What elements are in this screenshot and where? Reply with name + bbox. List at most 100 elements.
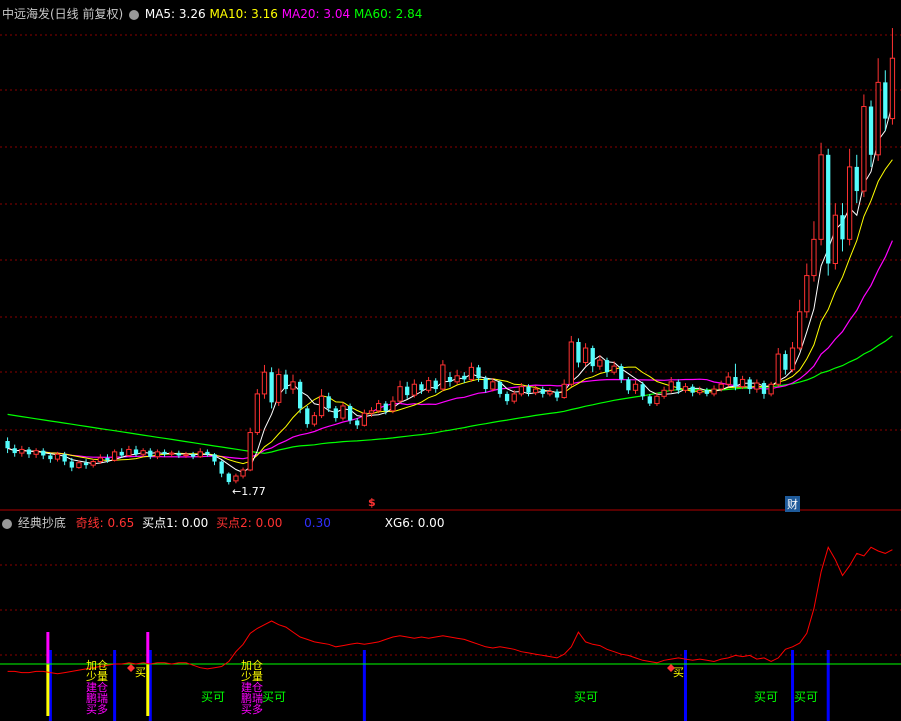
xg6-value: XG6: 0.00 [384,516,445,530]
v030-value: 0.30 [304,516,331,530]
candle-body-69 [497,381,503,394]
candle-body-74 [532,388,539,394]
candle-body-81 [582,347,589,364]
candle-body-41 [298,381,303,409]
candle-body-18 [133,449,139,455]
s-marker[interactable]: $ [368,496,376,509]
candlesticks [5,28,896,485]
candle-body-58 [419,384,424,391]
buy-bar-1 [113,650,117,721]
ma10-line [7,159,893,465]
candle-body-109 [783,354,788,370]
ma60-line [7,335,893,454]
low-price-label: ←1.77 [232,485,266,498]
main-header: 中远海发(日线 前复权) MA5: 3.26 MA10: 3.16 MA20: … [2,5,422,22]
candle-body-49 [355,420,360,426]
ma-lines [7,103,893,474]
candle-body-13 [97,457,103,463]
candle-body-87 [626,379,631,391]
candle-body-104 [747,379,752,390]
sub-header: 经典抄底 奇线: 0.65 买点1: 0.00 买点2: 0.00 0.30 X… [2,514,444,531]
candle-body-7 [54,453,61,460]
signal-stack-1: 加仓 少量 建仓 鹏瑞 买多 [86,660,108,715]
candle-body-85 [611,365,617,373]
candle-body-20 [148,450,153,457]
candle-body-43 [311,415,318,425]
candle-body-37 [269,372,274,403]
candle-body-57 [411,383,417,396]
candle-body-40 [290,381,296,390]
candle-body-48 [347,405,353,421]
candle-body-47 [340,405,346,419]
candle-body-9 [69,461,74,468]
candle-body-88 [632,383,639,391]
candle-body-46 [333,408,338,419]
candle-body-115 [826,154,831,264]
maike-label-3: 买可 [574,690,599,704]
maike-label-4: 买可 [754,690,779,704]
mai-label-1: 买 [135,666,146,679]
cai-marker[interactable]: 财 [785,496,800,512]
stock-title: 中远海发(日线 前复权) [2,7,124,21]
candle-body-10 [76,462,82,469]
candle-body-75 [540,389,545,394]
candle-body-121 [868,106,874,155]
candle-body-4 [33,450,39,455]
candle-body-77 [554,391,560,398]
candle-body-78 [561,383,567,399]
indicator-title: 经典抄底 [17,516,66,530]
ma20-value: MA20: 3.04 [281,7,351,21]
candle-body-99 [711,388,717,395]
candle-body-14 [105,457,110,461]
candle-body-17 [126,448,132,456]
candle-body-98 [704,390,710,394]
candle-body-122 [875,81,881,156]
candle-body-42 [305,408,310,425]
candle-body-24 [176,453,181,456]
candle-body-101 [725,376,731,385]
candle-body-67 [483,378,488,390]
header-dropdown-icon[interactable] [129,9,140,20]
candle-body-53 [383,403,388,411]
candle-body-33 [240,469,246,477]
sub-dropdown-icon[interactable] [2,518,12,529]
buy-bar-5 [791,650,795,721]
candle-body-105 [754,382,760,390]
candle-body-27 [197,451,203,458]
magenta-bar-0 [46,632,50,664]
candle-body-38 [276,374,282,403]
candle-body-114 [818,154,824,240]
candle-body-93 [668,381,674,391]
candle-body-124 [889,57,896,120]
candle-body-11 [83,462,89,466]
candle-body-102 [733,377,738,387]
candle-body-1 [12,448,17,454]
candle-body-113 [811,238,817,277]
maike-label-1: 买可 [201,690,226,704]
candle-body-63 [454,375,460,383]
candle-body-32 [233,475,239,482]
candle-body-65 [468,366,475,380]
candle-body-72 [518,386,525,395]
candle-body-51 [368,410,375,414]
candle-body-23 [169,452,175,455]
candle-body-68 [490,381,496,390]
mai-label-2: 买 [673,666,684,679]
candle-body-59 [425,380,432,391]
stock-chart [0,28,901,721]
candle-body-94 [676,381,681,391]
candle-body-29 [212,454,217,462]
candle-body-106 [761,383,767,394]
ma10-value: MA10: 3.16 [209,7,278,21]
buy-bar-4 [683,650,687,721]
maike-label-2: 买可 [262,690,287,704]
candle-body-108 [775,353,781,385]
candle-body-112 [804,275,810,313]
candle-body-86 [619,366,624,380]
buy-bar-6 [826,650,830,721]
candle-body-83 [597,359,603,367]
candle-body-91 [654,395,660,405]
ma20-line [7,240,893,460]
candle-body-50 [361,412,368,426]
candle-body-60 [433,380,438,390]
